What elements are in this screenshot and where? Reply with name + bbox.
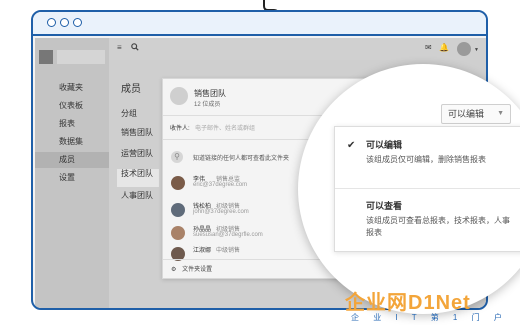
- app-logo: [39, 50, 53, 64]
- maximize-window-dot[interactable]: [73, 18, 82, 27]
- permission-dropdown: ✔ 可以编辑 该组成员仅可编辑，删除销售报表 可以查看 该组成员可查看总报表，技…: [334, 126, 520, 252]
- sidebar-item-label: 数据集: [59, 137, 83, 146]
- subnav-item-operations[interactable]: 运营团队: [121, 148, 153, 159]
- link-share-text: 知道链接的任何人都可查看此文件夹: [193, 156, 290, 162]
- user-avatar[interactable]: [457, 42, 471, 56]
- folder-settings-link[interactable]: ⚙ 文件夹设置: [171, 264, 212, 273]
- browser-titlebar: [33, 12, 486, 36]
- gear-icon: ⚙: [171, 267, 177, 273]
- sidebar-item-dashboard[interactable]: 仪表板: [35, 98, 109, 114]
- member-avatar: [171, 203, 185, 217]
- minimize-window-dot[interactable]: [60, 18, 69, 27]
- permission-select[interactable]: 可以编辑 ▼: [441, 104, 511, 124]
- member-avatar: [171, 226, 185, 240]
- sidebar-item-settings[interactable]: 设置: [35, 170, 109, 186]
- recipient-input[interactable]: 电子邮件、姓名或群组: [195, 123, 255, 132]
- team-avatar: [170, 87, 188, 105]
- watermark: 企业网D1Net 企 业 I T 第 1 门 户: [345, 286, 515, 324]
- sidebar-item-label: 仪表板: [59, 101, 83, 110]
- subnav-item-hr[interactable]: 人事团队: [121, 190, 153, 201]
- option-description: 该组成员仅可编辑，删除销售报表: [366, 155, 486, 164]
- divider: [335, 188, 520, 189]
- subnav-item-tech[interactable]: 技术团队: [121, 168, 153, 179]
- notification-bell-icon[interactable]: 🔔: [439, 43, 449, 53]
- member-name: 江淑娜: [193, 248, 212, 254]
- member-role: 中级销售: [216, 248, 241, 254]
- member-email: eric@37degree.com: [193, 182, 248, 188]
- checkmark-icon: ✔: [347, 140, 356, 151]
- close-window-dot[interactable]: [47, 18, 56, 27]
- top-bar: ≡ ✉ 🔔 ▼: [109, 38, 486, 60]
- sidebar-item-label: 设置: [59, 173, 75, 182]
- option-title: 可以查看: [366, 201, 403, 211]
- sidebar-item-members[interactable]: 成员: [35, 152, 109, 168]
- team-member-count: 12 位成员: [194, 102, 221, 108]
- link-icon: ⚲: [171, 151, 183, 163]
- sidebar-item-favorites[interactable]: 收藏夹: [35, 80, 109, 96]
- folder-settings-label: 文件夹设置: [182, 267, 213, 273]
- search-icon[interactable]: [131, 43, 139, 54]
- watermark-tagline: 企 业 I T 第 1 门 户: [351, 313, 508, 322]
- app-name-placeholder: [57, 50, 105, 64]
- page-title: 成员: [121, 84, 141, 95]
- menu-toggle-icon[interactable]: ≡: [117, 43, 122, 53]
- team-name: 销售团队: [194, 89, 226, 98]
- sidebar-item-datasets[interactable]: 数据集: [35, 134, 109, 150]
- member-email: john@37degree.com: [193, 209, 249, 215]
- subnav-item-sales[interactable]: 销售团队: [121, 127, 153, 138]
- screenshot-stage: 收藏夹 仪表板 报表 数据集 成员 设置 ≡ ✉ 🔔 ▼ 成员 分组 销售团队 …: [0, 0, 520, 325]
- window-controls: [47, 18, 82, 27]
- mail-icon[interactable]: ✉: [425, 43, 432, 53]
- watermark-logo-text: 企业网D1Net: [345, 292, 471, 314]
- chevron-down-icon[interactable]: ▼: [474, 45, 479, 55]
- recipient-label: 收件人:: [170, 126, 190, 132]
- sidebar-item-reports[interactable]: 报表: [35, 116, 109, 132]
- member-email: suesusan@37degrfle.com: [193, 232, 263, 238]
- option-description: 该组成员可查看总报表，技术报表，人事报表: [366, 216, 510, 237]
- sidebar-item-label: 报表: [59, 119, 75, 128]
- permission-select-value: 可以编辑: [448, 109, 485, 119]
- sidebar: 收藏夹 仪表板 报表 数据集 成员 设置: [35, 38, 109, 308]
- member-avatar: [171, 176, 185, 190]
- option-title: 可以编辑: [366, 140, 403, 150]
- sidebar-item-label: 收藏夹: [59, 83, 83, 92]
- sidebar-item-label: 成员: [59, 155, 75, 164]
- subnav-item-groups[interactable]: 分组: [121, 108, 137, 119]
- chevron-down-icon: ▼: [497, 110, 504, 117]
